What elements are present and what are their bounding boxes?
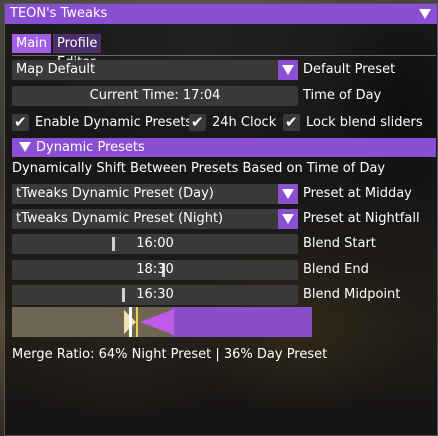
collapse-icon[interactable] <box>419 9 431 19</box>
time-of-day-label: Time of Day <box>303 88 382 103</box>
nightfall-preset-label: Preset at Nightfall <box>303 211 420 226</box>
blend-start-value: 16:00 <box>136 236 174 251</box>
nightfall-preset-value: tTweaks Dynamic Preset (Night) <box>16 211 224 226</box>
current-time-value: Current Time: 17:04 <box>89 88 221 103</box>
dynamic-presets-description: Dynamically Shift Between Presets Based … <box>12 161 386 176</box>
dynamic-presets-title: Dynamic Presets <box>36 140 145 155</box>
default-preset-dropdown-button[interactable] <box>278 60 298 80</box>
midday-preset-dropdown-button[interactable] <box>278 184 298 204</box>
tab-divider <box>12 55 436 56</box>
blend-start-slider[interactable]: 16:00 <box>12 234 298 254</box>
current-time-field[interactable]: Current Time: 17:04 <box>12 86 298 106</box>
window-title: TEON's Tweaks <box>10 6 108 21</box>
dynamic-presets-header[interactable]: Dynamic Presets <box>12 138 436 157</box>
checkmark-icon: ✔ <box>14 113 27 131</box>
blend-midpoint-label: Blend Midpoint <box>303 287 401 302</box>
nightfall-preset-combo[interactable]: tTweaks Dynamic Preset (Night) <box>12 209 298 229</box>
nightfall-preset-dropdown-button[interactable] <box>278 209 298 229</box>
checkmark-icon: ✔ <box>285 113 298 131</box>
chevron-down-icon <box>282 189 294 199</box>
blend-end-label: Blend End <box>303 262 369 277</box>
chevron-down-icon <box>282 65 294 75</box>
default-preset-label: Default Preset <box>303 62 396 77</box>
blend-midpoint-slider[interactable]: 16:30 <box>12 285 298 305</box>
midpoint-marker <box>129 307 132 337</box>
enable-dynamic-presets-label: Enable Dynamic Presets <box>35 115 193 130</box>
lock-blend-sliders-label: Lock blend sliders <box>306 115 423 130</box>
blend-midpoint-value: 16:30 <box>136 287 174 302</box>
24h-clock-label: 24h Clock <box>212 115 277 130</box>
blend-end-slider[interactable]: 18:30 <box>12 260 298 280</box>
tab-main[interactable]: Main <box>12 34 52 53</box>
current-time-marker <box>136 307 138 337</box>
tweaks-window: TEON's Tweaks Main Profile Editor Map De… <box>4 3 438 436</box>
checkbox-box[interactable]: ✔ <box>12 113 29 131</box>
title-bar[interactable]: TEON's Tweaks <box>5 4 437 24</box>
checkmark-icon: ✔ <box>191 113 204 131</box>
expand-arrow-icon <box>19 142 31 152</box>
chevron-down-icon <box>282 214 294 224</box>
default-preset-value: Map Default <box>16 62 96 77</box>
night-region <box>172 307 312 337</box>
merge-ratio-text: Merge Ratio: 64% Night Preset | 36% Day … <box>12 347 328 362</box>
checkbox-box[interactable]: ✔ <box>283 113 300 131</box>
default-preset-combo[interactable]: Map Default <box>12 60 298 80</box>
blend-visualization-bar <box>12 307 312 337</box>
midday-preset-value: tTweaks Dynamic Preset (Day) <box>16 186 214 201</box>
tab-profile-editor[interactable]: Profile Editor <box>53 34 102 70</box>
checkbox-box[interactable]: ✔ <box>189 113 206 131</box>
blend-start-label: Blend Start <box>303 236 376 251</box>
midday-preset-label: Preset at Midday <box>303 186 412 201</box>
midday-preset-combo[interactable]: tTweaks Dynamic Preset (Day) <box>12 184 298 204</box>
blend-end-value: 18:30 <box>136 262 174 277</box>
